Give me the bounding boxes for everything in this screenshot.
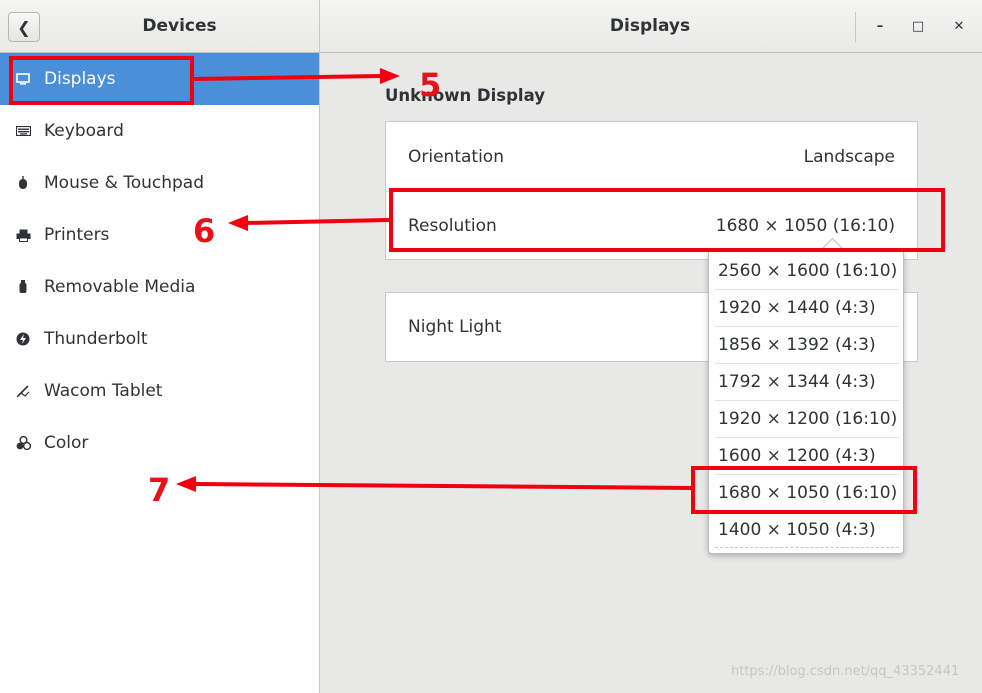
resolution-option[interactable]: 2560 × 1600 (16:10): [709, 252, 903, 289]
maximize-button[interactable]: □: [907, 16, 929, 38]
sidebar-item-wacom-tablet[interactable]: Wacom Tablet: [0, 365, 319, 417]
sidebar-item-mouse[interactable]: Mouse & Touchpad: [0, 157, 319, 209]
orientation-row[interactable]: Orientation Landscape: [386, 122, 917, 191]
sidebar-item-printers[interactable]: Printers: [0, 209, 319, 261]
settings-window: ❮ Devices Displays – □ ✕ Displays Keyboa…: [0, 0, 982, 693]
resolution-option[interactable]: 1920 × 1440 (4:3): [709, 289, 903, 326]
annotation-label-7: 7: [148, 471, 171, 509]
sidebar-title: Devices: [142, 16, 217, 36]
watermark: https://blog.csdn.net/qq_43352441: [731, 664, 960, 679]
sidebar-item-removable-media[interactable]: Removable Media: [0, 261, 319, 313]
header-separator: [855, 12, 856, 42]
scroll-indicator: [715, 547, 899, 548]
mouse-icon: [15, 175, 31, 191]
resolution-option[interactable]: 1400 × 1050 (4:3): [709, 511, 903, 548]
sidebar-item-label: Wacom Tablet: [44, 381, 163, 401]
tablet-icon: [15, 383, 31, 399]
back-button[interactable]: ❮: [8, 12, 40, 42]
sidebar-item-label: Printers: [44, 225, 110, 245]
display-name-heading: Unknown Display: [385, 86, 545, 105]
annotation-label-6: 6: [193, 212, 216, 250]
sidebar-item-thunderbolt[interactable]: Thunderbolt: [0, 313, 319, 365]
sidebar-item-label: Keyboard: [44, 121, 124, 141]
usb-icon: [15, 279, 31, 295]
sidebar-item-label: Color: [44, 433, 89, 453]
annotation-box-displays: [9, 56, 194, 105]
resolution-option[interactable]: 1920 × 1200 (16:10): [709, 400, 903, 437]
sidebar-item-label: Mouse & Touchpad: [44, 173, 205, 193]
annotation-label-5: 5: [419, 66, 442, 104]
sidebar-item-label: Removable Media: [44, 277, 196, 297]
color-icon: [15, 435, 31, 451]
sidebar-item-label: Thunderbolt: [44, 329, 148, 349]
annotation-box-resolution: [389, 188, 945, 252]
thunderbolt-icon: [15, 331, 31, 347]
orientation-value: Landscape: [803, 146, 895, 167]
sidebar: Displays Keyboard Mouse & Touchpad Print…: [0, 53, 320, 693]
annotation-box-option: [691, 466, 917, 514]
printer-icon: [15, 227, 31, 243]
header-bar: ❮ Devices Displays – □ ✕: [0, 0, 982, 53]
sidebar-header: ❮ Devices: [0, 0, 320, 52]
minimize-button[interactable]: –: [869, 16, 891, 38]
close-button[interactable]: ✕: [948, 16, 970, 38]
sidebar-item-color[interactable]: Color: [0, 417, 319, 469]
chevron-left-icon: ❮: [17, 17, 31, 37]
sidebar-item-keyboard[interactable]: Keyboard: [0, 105, 319, 157]
resolution-option[interactable]: 1856 × 1392 (4:3): [709, 326, 903, 363]
keyboard-icon: [15, 123, 31, 139]
night-light-label: Night Light: [408, 317, 502, 337]
orientation-label: Orientation: [408, 146, 504, 167]
resolution-option[interactable]: 1792 × 1344 (4:3): [709, 363, 903, 400]
